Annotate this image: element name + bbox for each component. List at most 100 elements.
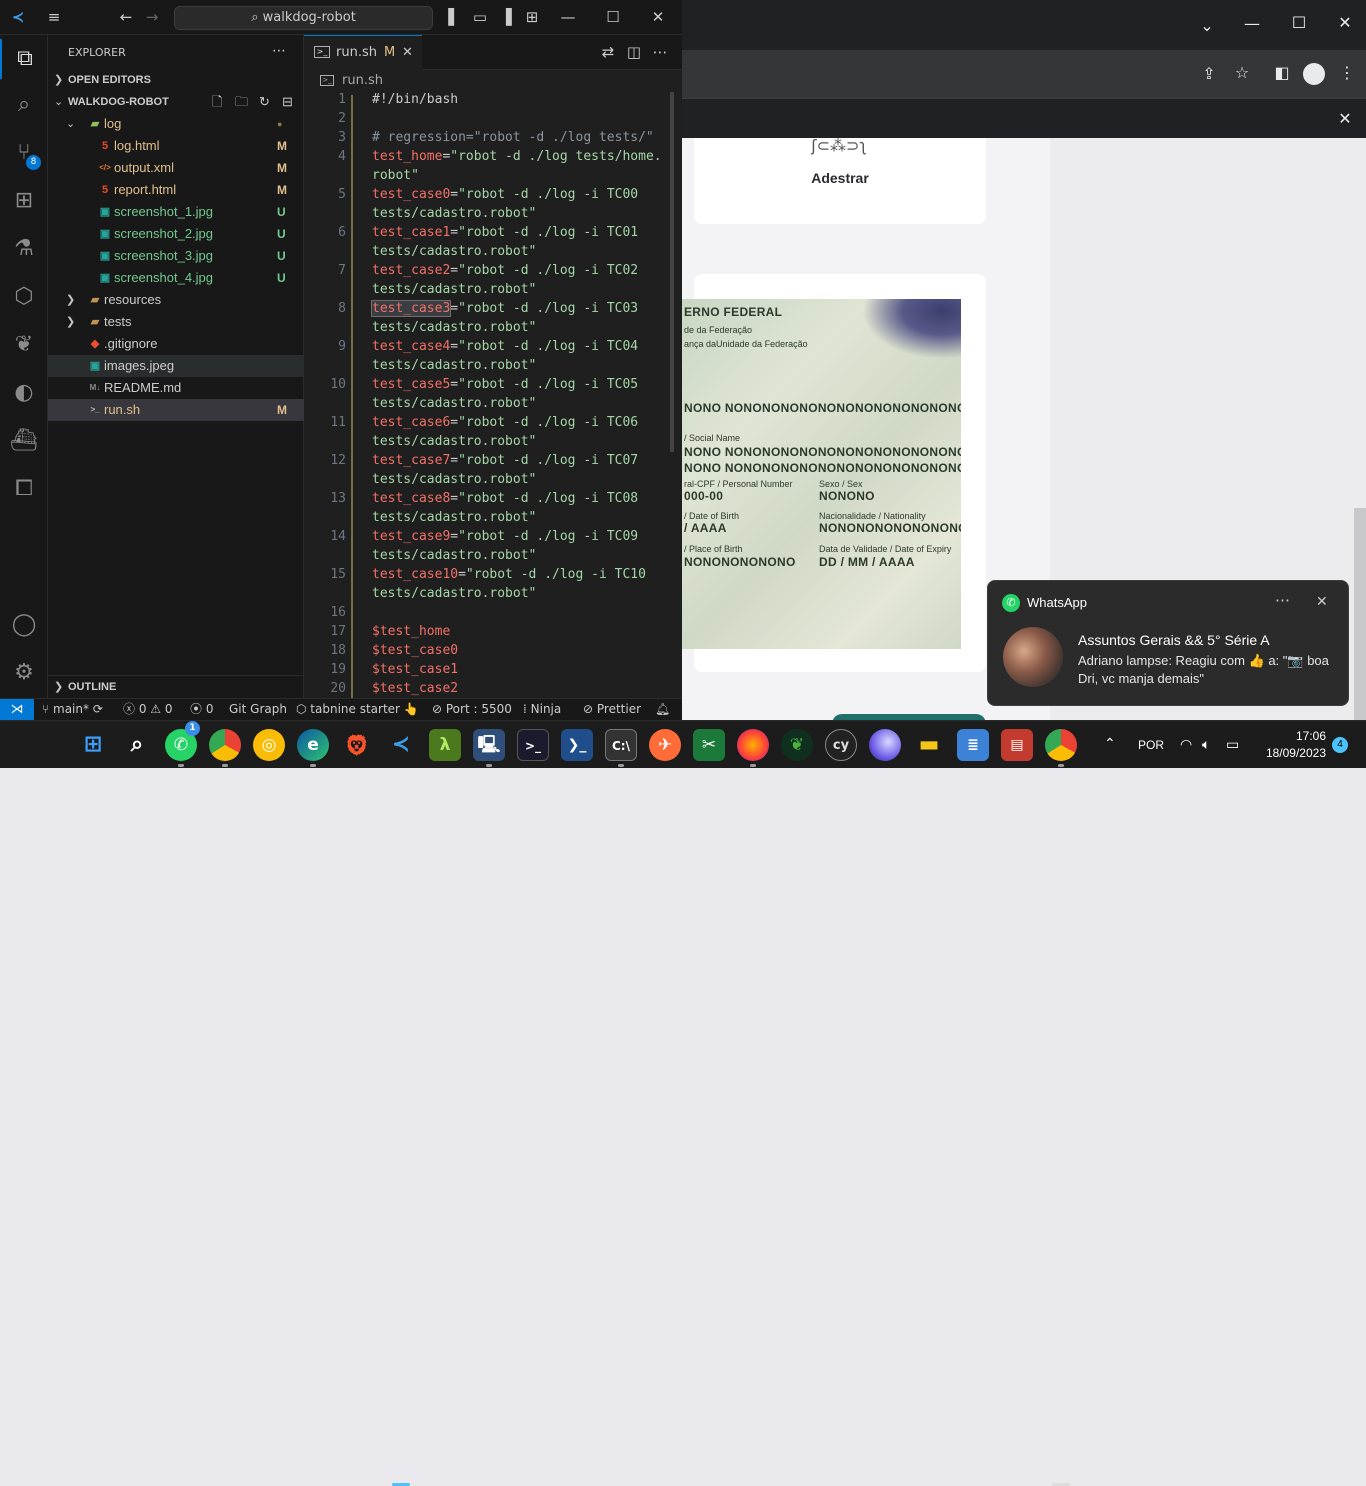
windows-start-icon[interactable]: ⊞ (77, 729, 109, 761)
service-card[interactable]: ʃ⊂⁂⊃ʅ Adestrar (694, 138, 986, 224)
customize-layout-icon[interactable]: ⊞ (522, 0, 542, 35)
page-scrollbar[interactable] (1354, 508, 1366, 720)
code-line[interactable]: test_case1="robot -d ./log -i TC01 (372, 225, 638, 240)
whatsapp-notification[interactable]: ✆ WhatsApp ⋯ ✕ Assuntos Gerais && 5° Sér… (987, 580, 1349, 706)
maximize-icon[interactable]: ☐ (601, 0, 625, 35)
maximize-icon[interactable]: ☐ (1284, 13, 1314, 32)
brave-app-icon[interactable]: 🦁︎ (341, 729, 373, 761)
tree-item[interactable]: 5 report.html M (48, 179, 304, 201)
tree-item[interactable]: ▣ images.jpeg (48, 355, 304, 377)
code-line[interactable]: tests/cadastro.robot" (372, 396, 536, 411)
settings-gear-icon[interactable]: ⚙ (0, 653, 48, 693)
tree-item[interactable]: ⌄ ▰ log ● (48, 113, 304, 135)
minimize-icon[interactable]: — (1237, 14, 1267, 33)
notification-close-icon[interactable]: ✕ (1316, 593, 1328, 610)
back-arrow-icon[interactable]: ← (114, 0, 138, 35)
extensions-icon[interactable]: ⊞ (0, 181, 48, 221)
git-graph-item[interactable]: Git Graph (229, 699, 287, 720)
code-line[interactable]: # regression="robot -d ./log tests/" (372, 130, 654, 145)
ports-item[interactable]: ⦿ 0 (190, 699, 213, 720)
project-section[interactable]: ⌄ WALKDOG-ROBOT 🗋 🗀 ↻ ⊟ (48, 91, 304, 113)
device-manager-icon[interactable]: 🖳 (473, 729, 505, 761)
postman-app-icon[interactable]: ✈ (649, 729, 681, 761)
code-line[interactable]: $test_case0 (372, 643, 458, 658)
profile-icon[interactable] (1303, 63, 1325, 85)
toggle-secondary-sidebar-icon[interactable]: ▐ (496, 0, 516, 35)
tree-item[interactable]: ❯ ▰ resources (48, 289, 304, 311)
code-line[interactable]: test_case8="robot -d ./log -i TC08 (372, 491, 638, 506)
close-tab-icon[interactable]: ✕ (402, 36, 413, 70)
code-editor[interactable]: 1 #!/bin/bash 2 3 # regression="robot -d ./l… (304, 92, 682, 698)
tree-item[interactable]: ▣ screenshot_2.jpg U (48, 223, 304, 245)
powershell-app-icon[interactable]: ❯_ (561, 729, 593, 761)
code-line[interactable]: tests/cadastro.robot" (372, 206, 536, 221)
chrome-profile-app-icon[interactable] (1045, 729, 1077, 761)
search-icon[interactable]: ⌕ (121, 729, 153, 761)
code-line[interactable]: test_case2="robot -d ./log -i TC02 (372, 263, 638, 278)
search-view-icon[interactable]: ⌕ (0, 85, 48, 125)
file-explorer-icon[interactable]: ▬ (913, 729, 945, 761)
clock-time[interactable]: 17:06 (1262, 729, 1326, 743)
menu-kebab-icon[interactable]: ⋮ (1332, 63, 1362, 82)
whatsapp-app-icon[interactable]: ✆ 1 (165, 721, 200, 761)
collapse-all-icon[interactable]: ⊟ (282, 91, 293, 113)
code-line[interactable]: $test_case1 (372, 662, 458, 677)
cypress-app-icon[interactable]: cy (825, 729, 857, 761)
wifi-icon[interactable]: ◠ (1180, 736, 1192, 753)
language-indicator[interactable]: POR (1138, 738, 1164, 752)
code-line[interactable]: tests/cadastro.robot" (372, 358, 536, 373)
side-panel-icon[interactable]: ◧ (1267, 63, 1297, 82)
volume-icon[interactable]: 🔈︎ (1202, 736, 1210, 753)
remote-explorer-icon[interactable]: ⬡ (0, 277, 48, 317)
chevron-up-icon[interactable]: ⌃ (1104, 735, 1116, 752)
accounts-icon[interactable]: ◯ (0, 605, 48, 645)
chrome-app-icon[interactable] (209, 729, 241, 761)
editor-more-icon[interactable]: ⋯ (648, 35, 672, 70)
code-line[interactable]: test_case6="robot -d ./log -i TC06 (372, 415, 638, 430)
edge-app-icon[interactable]: e (297, 729, 329, 761)
explorer-icon[interactable]: ⧉ (0, 39, 48, 79)
notifications-bell-icon[interactable]: 🔔︎ (655, 699, 670, 720)
tree-item[interactable]: >_ run.sh M (48, 399, 304, 421)
code-line[interactable]: test_case0="robot -d ./log -i TC00 (372, 187, 638, 202)
infobar-close-icon[interactable]: ✕ (1330, 109, 1360, 128)
code-line[interactable]: tests/cadastro.robot" (372, 434, 536, 449)
minimize-icon[interactable]: — (556, 0, 580, 35)
tree-item[interactable]: </> output.xml M (48, 157, 304, 179)
database-icon[interactable]: ⧠ (0, 469, 48, 509)
code-line[interactable]: test_case5="robot -d ./log -i TC05 (372, 377, 638, 392)
new-file-icon[interactable]: 🗋 (212, 91, 222, 113)
firefox-app-icon[interactable] (737, 729, 769, 761)
code-line[interactable]: tests/cadastro.robot" (372, 320, 536, 335)
tree-item[interactable]: ▣ screenshot_4.jpg U (48, 267, 304, 289)
code-line[interactable]: tests/cadastro.robot" (372, 472, 536, 487)
code-line[interactable]: $test_case2 (372, 681, 458, 696)
notepad-app-icon[interactable]: ≣ (957, 729, 989, 761)
split-editor-icon[interactable]: ◫ (622, 35, 646, 70)
mongodb-compass-icon[interactable]: ❦ (781, 729, 813, 761)
live-server-item[interactable]: ⊘ Port : 5500 (432, 699, 512, 720)
tree-item[interactable]: M↓ README.md (48, 377, 304, 399)
ninja-item[interactable]: ⁞ Ninja (523, 699, 561, 720)
terminal-app-icon[interactable]: >_ (517, 729, 549, 761)
code-line[interactable]: test_case4="robot -d ./log -i TC04 (372, 339, 638, 354)
new-folder-icon[interactable]: 🗀 (235, 91, 248, 113)
problems-item[interactable]: ⓧ 0 ⚠ 0 (123, 699, 173, 720)
testing-flask-icon[interactable]: ⚗ (0, 229, 48, 269)
tab-list-icon[interactable]: ⌄ (1192, 16, 1222, 35)
tree-item[interactable]: ❯ ▰ tests (48, 311, 304, 333)
code-line[interactable]: test_case7="robot -d ./log -i TC07 (372, 453, 638, 468)
toolbox-app-icon[interactable]: ▤ (1001, 729, 1033, 761)
branch-item[interactable]: ⑂ main* ⟳ (42, 699, 103, 720)
close-icon[interactable]: ✕ (1330, 13, 1360, 32)
docker-icon[interactable]: ⛴ (0, 421, 48, 461)
code-line[interactable]: #!/bin/bash (372, 92, 458, 107)
outline-section[interactable]: ❯ OUTLINE (48, 675, 304, 697)
breadcrumb[interactable]: >_ run.sh (304, 70, 682, 92)
moon-app-icon[interactable] (869, 729, 901, 761)
command-center-search[interactable]: ⌕ walkdog-robot (174, 6, 433, 30)
hamburger-menu-icon[interactable]: ≡ (42, 0, 66, 35)
editor-scrollbar[interactable] (670, 92, 674, 452)
source-control-icon[interactable]: ⑂ 8 (0, 133, 48, 173)
prettier-item[interactable]: ⊘ Prettier (583, 699, 641, 720)
